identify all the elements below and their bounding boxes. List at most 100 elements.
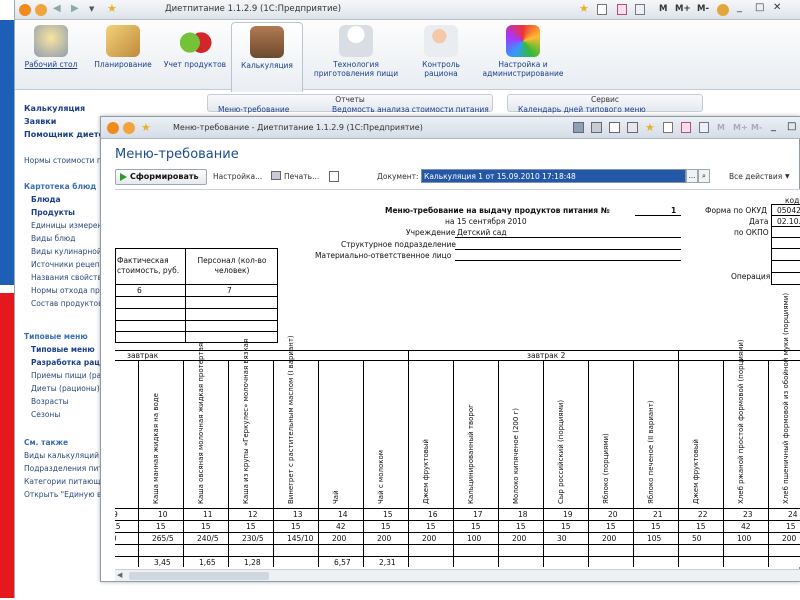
- column-yield: 100: [737, 534, 752, 543]
- sidebar-item[interactable]: Подразделения питания: [24, 464, 103, 473]
- sidebar-item[interactable]: Возрасты: [31, 397, 69, 406]
- rule: [115, 308, 278, 309]
- memory-plus-button[interactable]: M+: [733, 123, 748, 132]
- sidebar-item[interactable]: Нормы стоимости питания: [24, 156, 103, 165]
- report-cost-analysis-link[interactable]: Ведомость анализа стоимости питания: [332, 105, 489, 115]
- sidebar-item[interactable]: Разработка рациона: [31, 358, 103, 367]
- print-button[interactable]: Печать...: [284, 172, 319, 181]
- minimize-button[interactable]: _: [737, 2, 742, 13]
- star-icon[interactable]: ★: [645, 121, 655, 134]
- sidebar-item[interactable]: Виды блюд: [31, 234, 75, 243]
- copy-icon[interactable]: [627, 122, 638, 133]
- save-icon[interactable]: [573, 122, 584, 133]
- sidebar-item[interactable]: Открыть "Единую ведомость": [24, 490, 103, 499]
- sidebar-item[interactable]: Помощник диетолога: [24, 130, 103, 139]
- sidebar-item[interactable]: Блюда: [31, 195, 61, 204]
- calendar-icon[interactable]: [635, 4, 645, 15]
- column-number: 11: [203, 510, 213, 519]
- sidebar-item[interactable]: Диеты (рационы): [31, 384, 100, 393]
- ribbon-desktop[interactable]: Рабочий стол: [15, 22, 87, 88]
- settings-button[interactable]: Настройка...: [213, 172, 262, 181]
- memory-m-button[interactable]: M: [659, 4, 667, 14]
- menu-icon[interactable]: [35, 4, 47, 16]
- forward-arrow-icon[interactable]: ▶: [71, 3, 79, 14]
- column-header: Молоко кипяченое (200 г): [512, 408, 520, 504]
- report-menu-request-link[interactable]: Меню-требование: [218, 105, 289, 115]
- form-title: Меню-требование на выдачу продуктов пита…: [385, 206, 610, 215]
- column-header: Хлеб ржаной простой формовой (порциями): [737, 339, 745, 504]
- ribbon-products[interactable]: Учет продуктов: [159, 22, 231, 88]
- rule: [455, 237, 681, 238]
- search-icon[interactable]: ⌕: [698, 169, 710, 183]
- sidebar-item[interactable]: Калькуляция: [24, 104, 85, 113]
- rule: [115, 360, 800, 361]
- print-icon[interactable]: [591, 122, 602, 133]
- institution-value: Детский сад: [457, 228, 507, 237]
- memory-minus-button[interactable]: M-: [751, 123, 762, 132]
- minimize-button[interactable]: _: [771, 121, 776, 132]
- ribbon-settings[interactable]: Настройка и администрирование: [477, 22, 569, 88]
- memory-m-button[interactable]: M: [717, 123, 725, 132]
- column-qty: 15: [606, 522, 616, 531]
- sidebar-item[interactable]: Виды калькуляций: [24, 451, 99, 460]
- sidebar-item[interactable]: Сезоны: [31, 410, 60, 419]
- app-logo-icon[interactable]: [19, 4, 31, 16]
- column-qty: 15: [696, 522, 706, 531]
- column-header: Яблоко (порциями): [602, 433, 610, 504]
- favorites-star-icon[interactable]: ★: [141, 121, 151, 134]
- calculator-icon[interactable]: [681, 122, 691, 133]
- calendar-icon[interactable]: [699, 122, 709, 133]
- sidebar-item[interactable]: Типовые меню: [31, 345, 95, 354]
- sidebar-item[interactable]: Единицы измерения: [31, 221, 103, 230]
- sidebar-item[interactable]: Заявки: [24, 117, 56, 126]
- sidebar-item[interactable]: Состав продуктов: [31, 299, 103, 308]
- maximize-button[interactable]: □: [755, 2, 764, 13]
- spreadsheet[interactable]: Меню-требование на выдачу продуктов пита…: [115, 189, 800, 567]
- sidebar-item[interactable]: Нормы отхода продуктов: [31, 286, 103, 295]
- document-icon[interactable]: [597, 4, 607, 15]
- ribbon-calculation[interactable]: Калькуляция: [231, 22, 303, 92]
- ribbon-technology[interactable]: Технология приготовления пищи: [311, 22, 401, 88]
- chevron-down-icon[interactable]: ▼: [785, 173, 790, 180]
- sidebar-item[interactable]: Продукты: [31, 208, 75, 217]
- ribbon-planning[interactable]: Планирование: [87, 22, 159, 88]
- column-yield: 200: [377, 534, 392, 543]
- select-button[interactable]: ...: [686, 169, 698, 183]
- menu-icon[interactable]: [123, 122, 135, 134]
- preview-icon[interactable]: [609, 122, 620, 133]
- rule: [678, 360, 679, 567]
- favorites-star-icon[interactable]: ★: [107, 2, 117, 15]
- horizontal-scrollbar[interactable]: ◀: [115, 569, 800, 581]
- memory-minus-button[interactable]: M-: [697, 4, 709, 14]
- close-button[interactable]: ✕: [773, 2, 781, 13]
- ribbon-label: Учет продуктов: [163, 60, 227, 69]
- app-logo-icon[interactable]: [107, 122, 119, 134]
- document-field[interactable]: Калькуляция 1 от 15.09.2010 17:18:48: [421, 169, 686, 183]
- star-icon[interactable]: ★: [579, 2, 589, 15]
- sidebar-item[interactable]: Категории питающихся: [24, 477, 103, 486]
- scroll-left-icon[interactable]: ◀: [117, 571, 122, 579]
- preview-icon[interactable]: [329, 171, 339, 182]
- maximize-button[interactable]: □: [787, 121, 796, 132]
- memory-plus-button[interactable]: M+: [675, 4, 691, 14]
- meal-breakfast-label: завтрак: [127, 351, 159, 360]
- document-icon[interactable]: [663, 122, 673, 133]
- sidebar-item[interactable]: Приемы пищи (рационы): [31, 371, 103, 380]
- ribbon-label: Калькуляция: [241, 61, 293, 70]
- service-calendar-link[interactable]: Календарь дней типового меню: [518, 105, 646, 115]
- ribbon-ration-control[interactable]: Контроль рациона: [405, 22, 477, 88]
- back-arrow-icon[interactable]: ◀: [53, 3, 61, 14]
- rule: [768, 360, 769, 567]
- ribbon-label: Планирование: [94, 60, 152, 69]
- info-icon[interactable]: [717, 4, 729, 16]
- calculator-icon[interactable]: [617, 4, 627, 15]
- history-dropdown-icon[interactable]: ▼: [89, 5, 94, 13]
- all-actions-menu[interactable]: Все действия: [729, 172, 782, 181]
- sidebar-item[interactable]: Виды кулинарной обработки: [31, 247, 103, 256]
- generate-button[interactable]: Сформировать: [115, 169, 207, 185]
- sidebar-item[interactable]: Названия свойств: [31, 273, 102, 282]
- column-qty: 15: [426, 522, 436, 531]
- scrollbar-thumb[interactable]: [129, 572, 269, 580]
- pencil-ruler-icon: [106, 25, 140, 57]
- sidebar-item[interactable]: Источники рецептур: [31, 260, 103, 269]
